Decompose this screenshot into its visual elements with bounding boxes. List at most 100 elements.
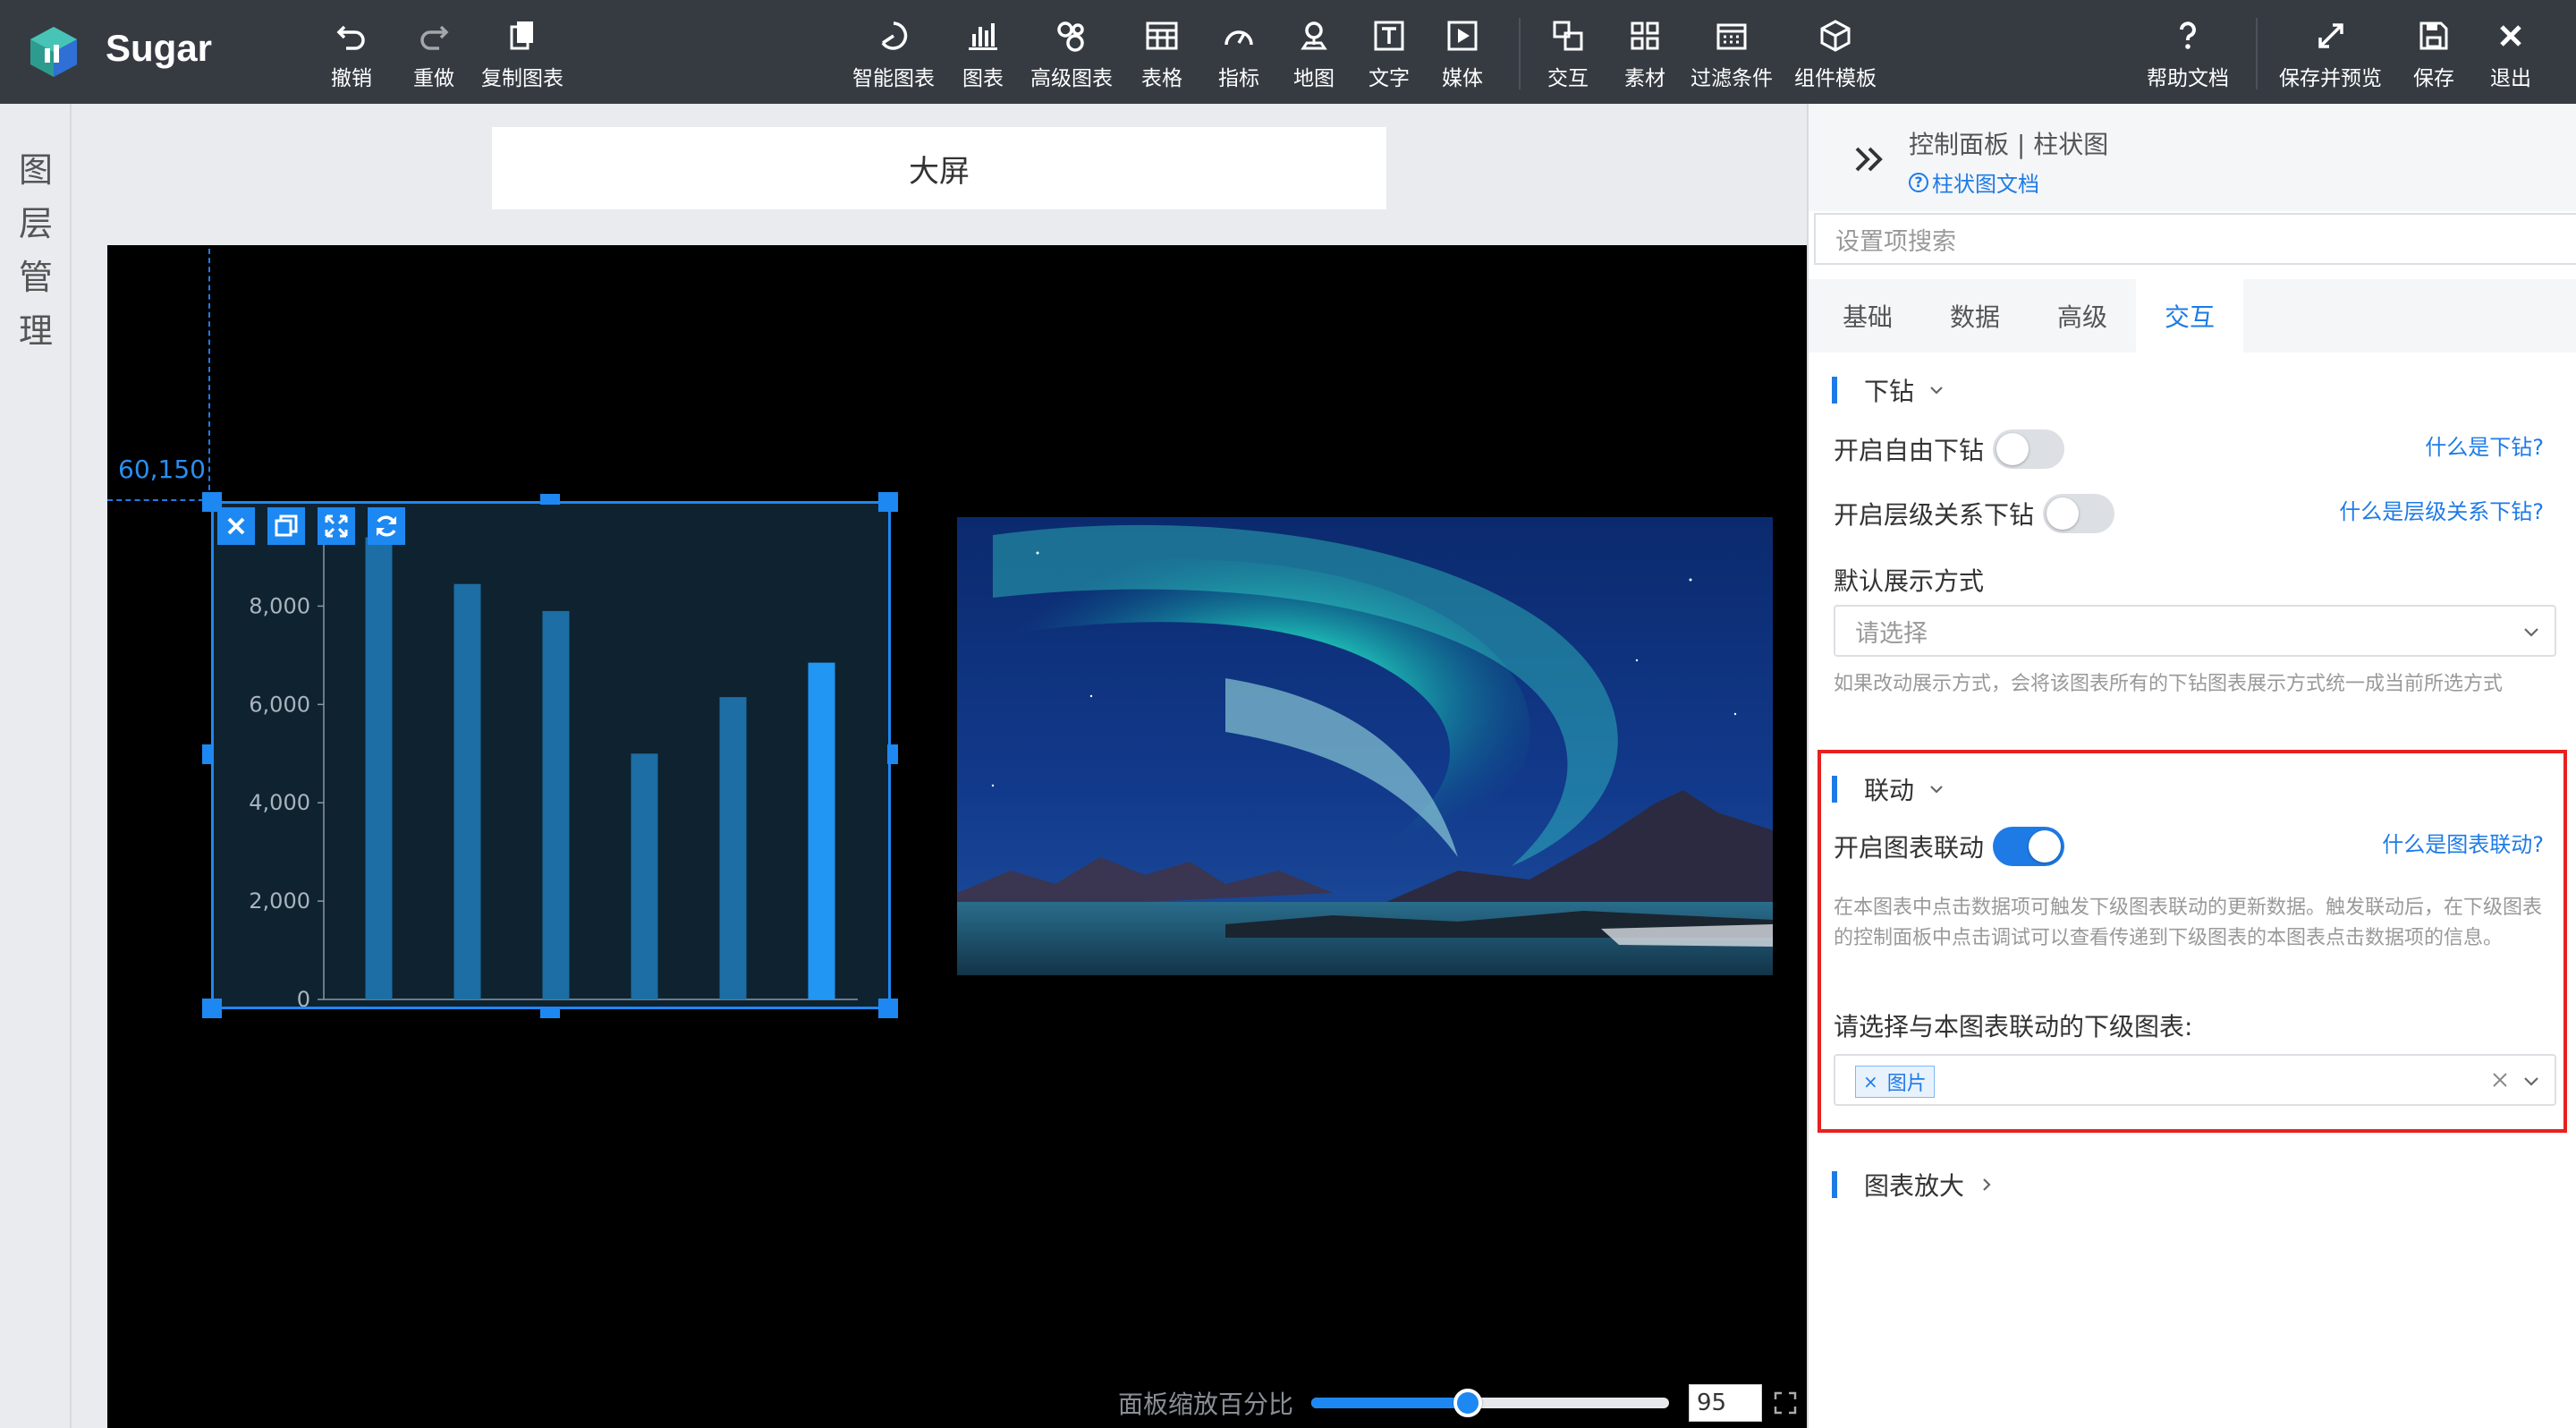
resize-handle-left[interactable] [202, 744, 213, 764]
drilldown-section-header[interactable]: 下钻 [1832, 372, 1946, 408]
bar [719, 697, 747, 999]
resize-handle-top-right[interactable] [878, 492, 898, 512]
resize-handle-top-left[interactable] [202, 492, 222, 512]
interaction-button[interactable]: 交互 [1547, 16, 1589, 93]
zoom-slider[interactable] [1311, 1389, 1670, 1417]
interaction-icon [1548, 16, 1588, 55]
panel-tabs: 基础 数据 高级 交互 [1809, 279, 2576, 353]
what-is-drilldown-link[interactable]: 什么是下钻? [2425, 429, 2544, 461]
assets-button[interactable]: 素材 [1624, 16, 1665, 93]
text-icon [1369, 16, 1409, 55]
smart-chart-button[interactable]: 智能图表 [852, 16, 935, 93]
free-drilldown-label: 开启自由下钻 [1834, 436, 1985, 465]
advanced-chart-icon [1052, 16, 1091, 55]
tab-interaction[interactable]: 交互 [2136, 279, 2243, 353]
bar-chart-component[interactable]: 02,0004,0006,0008,000苹果 [211, 501, 891, 1009]
y-tick-label: 2,000 [249, 888, 310, 914]
save-preview-button[interactable]: 保存并预览 [2279, 16, 2382, 93]
redo-button[interactable]: 重做 [413, 16, 454, 93]
resize-handle-top[interactable] [540, 494, 560, 505]
smart-chart-icon [874, 16, 913, 55]
expand-icon [2311, 16, 2351, 55]
delete-chart-button[interactable] [217, 507, 255, 545]
duplicate-chart-button[interactable] [267, 507, 305, 545]
refresh-chart-button[interactable] [368, 507, 405, 545]
media-button[interactable]: 媒体 [1442, 16, 1483, 93]
copy-icon [503, 16, 542, 55]
map-button[interactable]: 地图 [1293, 16, 1335, 93]
chart-button[interactable]: 图表 [962, 16, 1004, 93]
control-panel-header: 控制面板 | 柱状图 ? 柱状图文档 [1809, 104, 2576, 211]
position-readout: 60,150 [118, 455, 206, 484]
tab-advanced[interactable]: 高级 [2029, 279, 2136, 353]
calendar-filter-icon [1712, 16, 1751, 55]
refresh-icon [377, 515, 396, 537]
copy-chart-button[interactable]: 复制图表 [481, 16, 564, 93]
resize-handle-right[interactable] [887, 744, 898, 764]
filter-button[interactable]: 过滤条件 [1690, 16, 1773, 93]
hierarchy-drilldown-label: 开启层级关系下钻 [1834, 500, 2035, 530]
default-display-select[interactable]: 请选择 [1834, 605, 2556, 657]
help-circle-icon: ? [1909, 172, 1928, 192]
close-icon [2491, 16, 2530, 55]
component-template-button[interactable]: 组件模板 [1794, 16, 1877, 93]
resize-handle-bottom-left[interactable] [202, 999, 222, 1018]
chart-zoom-section-header[interactable]: 图表放大 [1832, 1167, 1996, 1203]
redo-icon [414, 16, 453, 55]
zoom-slider-handle[interactable] [1453, 1389, 1483, 1417]
chart-toolbar [217, 507, 405, 545]
chevron-right-icon [1983, 1178, 1991, 1191]
panel-title: 控制面板 | 柱状图 [1909, 130, 2109, 159]
help-docs-button[interactable]: 帮助文档 [2147, 16, 2229, 93]
aurora-image-component[interactable] [957, 517, 1773, 975]
indicator-button[interactable]: 指标 [1218, 16, 1259, 93]
screen-title[interactable]: 大屏 [492, 127, 1386, 209]
table-icon [1142, 16, 1182, 55]
question-icon [2168, 16, 2207, 55]
bar-chart: 02,0004,0006,0008,000苹果 [249, 522, 858, 1007]
advanced-chart-button[interactable]: 高级图表 [1030, 16, 1113, 93]
map-pin-icon [1294, 16, 1334, 55]
fullscreen-chart-button[interactable] [318, 507, 355, 545]
bar-chart-icon [963, 16, 1003, 55]
resize-handle-bottom[interactable] [540, 1007, 560, 1018]
grid-icon [1625, 16, 1665, 55]
default-display-label: 默认展示方式 [1834, 566, 1985, 596]
chart-doc-link[interactable]: ? 柱状图文档 [1909, 166, 2039, 198]
exit-button[interactable]: 退出 [2490, 16, 2531, 93]
copy-icon [275, 514, 298, 537]
position-guide-horizontal [107, 499, 213, 501]
app-name: Sugar [106, 27, 213, 69]
fullscreen-icon[interactable] [1773, 1390, 1798, 1415]
text-button[interactable]: 文字 [1368, 16, 1410, 93]
bar [365, 537, 393, 999]
undo-button[interactable]: 撤销 [331, 16, 372, 93]
top-toolbar: Sugar 撤销 重做 复制图表 智能图表 图表 高级图表 表格 指标 地图 文… [0, 0, 2576, 104]
zoom-label: 面板缩放百分比 [1118, 1390, 1294, 1419]
display-note: 如果改动展示方式，会将该图表所有的下钻图表展示方式统一成当前所选方式 [1834, 673, 2504, 695]
save-disk-icon [2414, 16, 2453, 55]
what-is-hierarchy-drilldown-link[interactable]: 什么是层级关系下钻? [2339, 494, 2544, 525]
hierarchy-drilldown-toggle[interactable] [2043, 494, 2114, 533]
collapse-panel-icon[interactable] [1850, 140, 1889, 179]
resize-handle-bottom-right[interactable] [878, 999, 898, 1018]
zoom-input[interactable]: 95 [1689, 1384, 1763, 1422]
position-guide-vertical [208, 249, 210, 499]
close-icon [227, 517, 245, 535]
bar [808, 662, 835, 999]
zoom-slider-fill [1311, 1398, 1469, 1408]
save-button[interactable]: 保存 [2413, 16, 2454, 93]
layer-panel[interactable]: 图层管理 [0, 104, 72, 1428]
gauge-icon [1219, 16, 1258, 55]
tab-data[interactable]: 数据 [1921, 279, 2029, 353]
free-drilldown-toggle[interactable] [1993, 429, 2064, 469]
settings-search-input[interactable]: 设置项搜索 [1814, 213, 2576, 265]
aurora-picture [957, 517, 1773, 975]
chevron-down-icon [2524, 628, 2538, 637]
toolbar-divider [1519, 18, 1521, 89]
layer-panel-title[interactable]: 图层管理 [16, 143, 55, 358]
bar [453, 583, 481, 999]
y-tick-label: 8,000 [249, 593, 310, 618]
tab-basic[interactable]: 基础 [1814, 279, 1921, 353]
table-button[interactable]: 表格 [1141, 16, 1182, 93]
